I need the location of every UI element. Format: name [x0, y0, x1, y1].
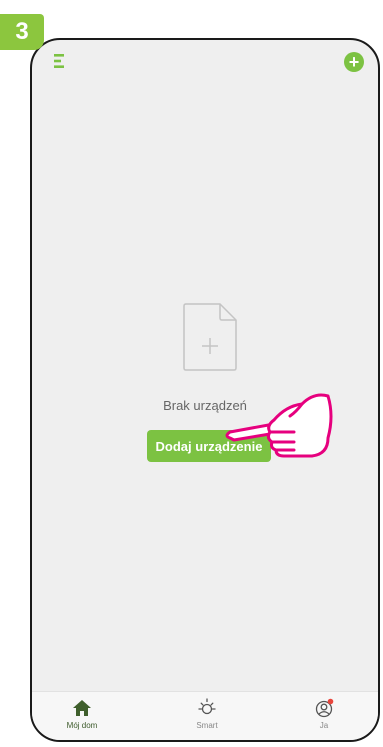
- tab-smart-label: Smart: [196, 721, 218, 730]
- menu-icon[interactable]: [54, 54, 66, 68]
- tab-profile-label: Ja: [319, 721, 329, 730]
- tab-home-label: Mój dom: [66, 721, 98, 730]
- plus-circle-icon[interactable]: +: [344, 52, 364, 72]
- home-icon: [73, 700, 91, 716]
- tab-home[interactable]: Mój dom: [52, 698, 112, 730]
- notification-dot: [327, 698, 334, 705]
- profile-icon: [315, 698, 334, 718]
- bottom-tab-bar: Mój dom Smart Ja: [32, 691, 378, 740]
- empty-document-plus-icon: [183, 303, 237, 371]
- sun-icon: [198, 698, 216, 715]
- tab-smart[interactable]: Smart: [177, 698, 237, 730]
- pointing-hand-icon: [225, 393, 333, 458]
- step-number-badge: 3: [0, 14, 44, 50]
- tab-profile[interactable]: Ja: [294, 698, 354, 730]
